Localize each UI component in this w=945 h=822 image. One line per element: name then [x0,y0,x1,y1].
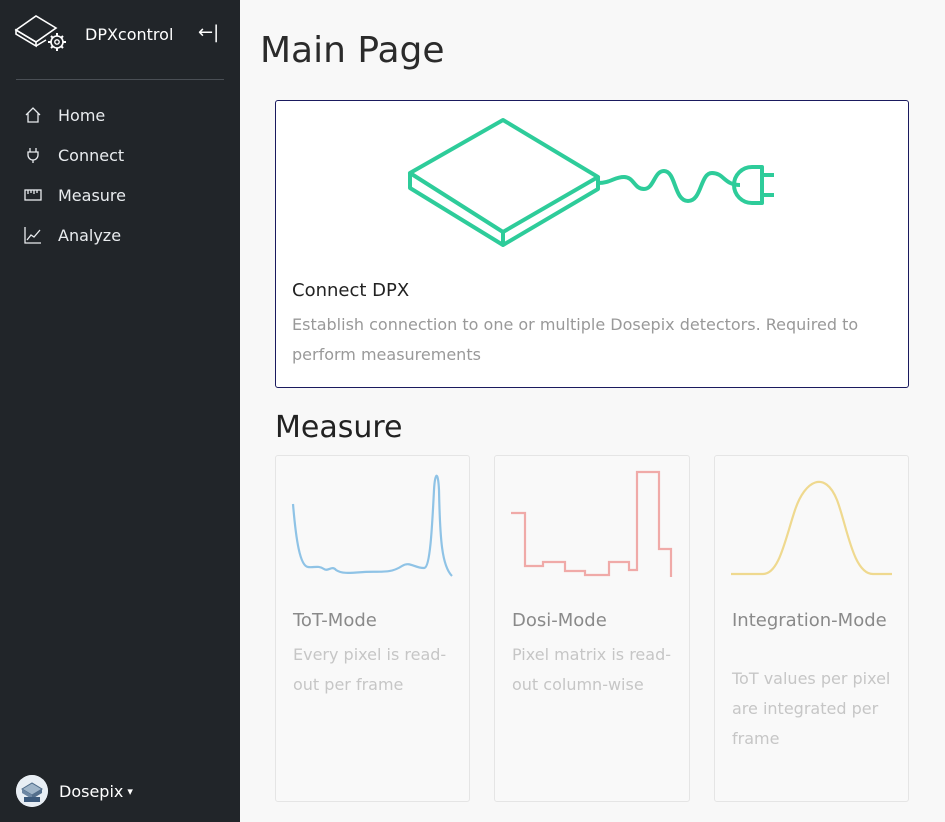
section-title-measure: Measure [275,410,403,445]
page-title: Main Page [260,30,445,71]
sidebar-nav: Home Connect Measure Analyze [0,95,240,255]
gaussian-curve-icon [731,480,892,576]
card-title: ToT-Mode [293,610,377,631]
sidebar-item-label: Home [58,105,106,125]
plug-icon [24,146,42,164]
card-description: ToT values per pixel are integrated per … [732,669,891,748]
brand[interactable]: DPXcontrol ←| [14,12,229,58]
avatar [16,775,48,807]
sidebar: DPXcontrol ←| Home Connect Measure Analy… [0,0,240,822]
card-description: Establish connection to one or multiple … [292,315,859,364]
sidebar-item-measure[interactable]: Measure [0,175,240,215]
tot-spectrum-icon [291,474,453,577]
home-icon [24,106,42,124]
divider [16,79,224,80]
app-name: DPXcontrol [85,25,174,44]
dosi-mode-card[interactable]: Dosi-Mode Pixel matrix is read-out colum… [494,455,690,802]
card-description: Pixel matrix is read-out column-wise [512,645,672,694]
card-title: Integration-Mode [732,610,887,631]
user-name: Dosepix [59,781,124,801]
sidebar-item-home[interactable]: Home [0,95,240,135]
sidebar-item-label: Measure [58,185,126,205]
caret-down-icon: ▾ [127,784,133,798]
tot-mode-card[interactable]: ToT-Mode Every pixel is read-out per fra… [275,455,470,802]
card-title: Connect DPX [292,280,410,301]
ruler-icon [24,186,42,204]
chart-icon [24,226,42,244]
sidebar-item-analyze[interactable]: Analyze [0,215,240,255]
detector-plug-illustration [408,118,774,247]
user-menu[interactable]: Dosepix ▾ [16,775,133,807]
collapse-sidebar-button[interactable]: ←| [198,22,219,43]
sidebar-item-connect[interactable]: Connect [0,135,240,175]
connect-dpx-card[interactable]: Connect DPX Establish connection to one … [275,100,909,388]
integration-mode-card[interactable]: Integration-Mode ToT values per pixel ar… [714,455,909,802]
sidebar-item-label: Connect [58,145,125,165]
sidebar-item-label: Analyze [58,225,122,245]
card-description: Every pixel is read-out per frame [293,645,447,694]
card-title: Dosi-Mode [512,610,607,631]
dosi-histogram-icon [511,470,673,577]
dpx-logo-icon [14,15,66,51]
